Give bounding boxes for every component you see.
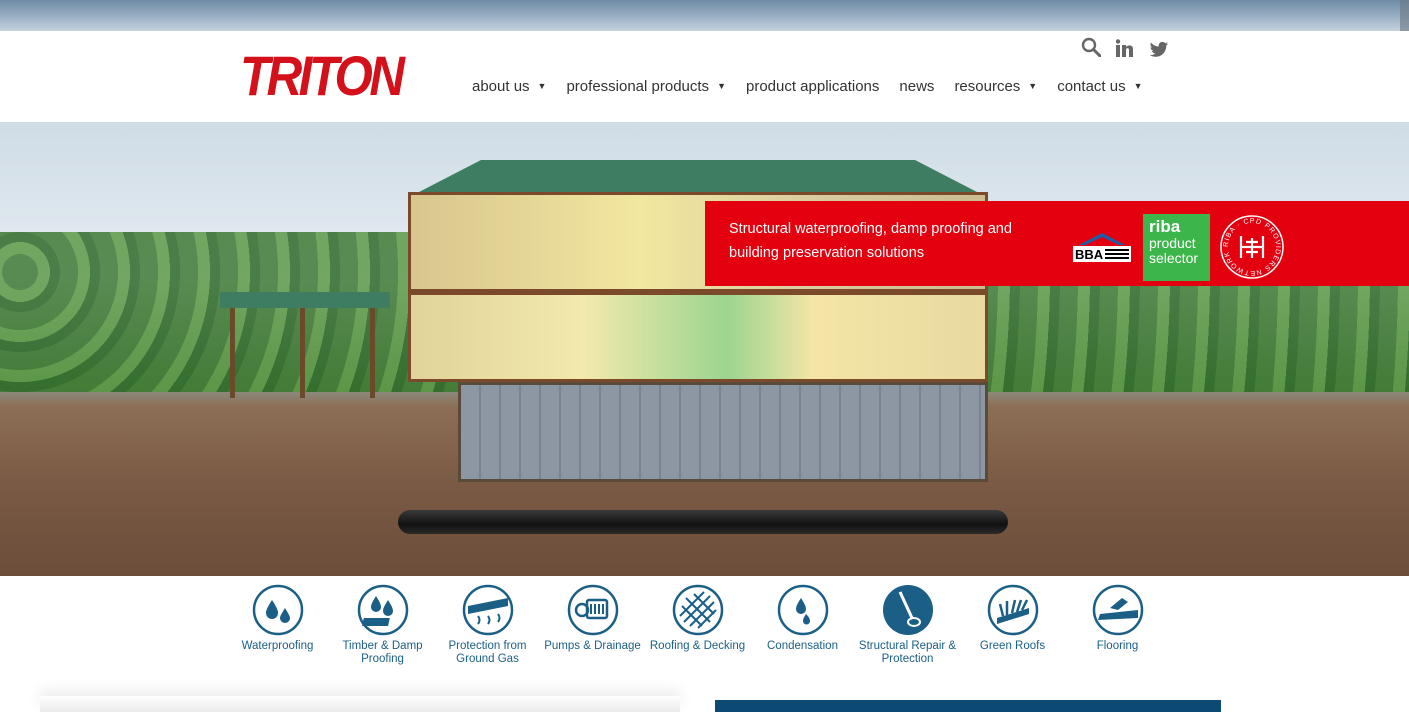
water-drops-icon — [252, 584, 303, 636]
application-categories: Waterproofing Timber & Damp Proofing Pro… — [225, 584, 1170, 684]
top-sky-strip — [0, 0, 1409, 31]
nav-label: news — [899, 77, 935, 95]
category-label: Pumps & Drainage — [544, 640, 641, 652]
nav-news[interactable]: news — [899, 78, 934, 95]
nav-label: about us — [472, 77, 530, 95]
porch-illustration — [220, 292, 390, 402]
nav-label: product applications — [745, 77, 880, 95]
category-timber-damp-proofing[interactable]: Timber & Damp Proofing — [330, 584, 435, 666]
drainage-pipe-illustration — [398, 510, 1008, 534]
linkedin-icon[interactable] — [1116, 39, 1134, 59]
category-label: Protection from Ground Gas — [448, 640, 527, 665]
hero-tagline: Structural waterproofing, damp proofing … — [729, 221, 1012, 261]
category-pumps-drainage[interactable]: Pumps & Drainage — [540, 584, 645, 653]
triton-logo[interactable]: TRITON — [240, 44, 405, 107]
category-waterproofing[interactable]: Waterproofing — [225, 584, 330, 653]
category-label: Green Roofs — [979, 640, 1046, 652]
content-panel-header — [715, 700, 1221, 712]
category-green-roofs[interactable]: Green Roofs — [960, 584, 1065, 653]
roof-tiles-icon — [672, 584, 723, 636]
ground-gas-icon — [462, 584, 513, 636]
category-label: Flooring — [1096, 640, 1139, 652]
hero-house-cutaway: Structural waterproofing, damp proofing … — [0, 122, 1409, 576]
caret-down-icon: ▼ — [537, 81, 547, 91]
caret-down-icon: ▼ — [1028, 81, 1038, 91]
timber-damp-icon — [357, 584, 408, 636]
content-card-edge — [40, 696, 680, 712]
category-ground-gas[interactable]: Protection from Ground Gas — [435, 584, 540, 666]
riba-product-selector-badge[interactable]: riba product selector — [1143, 214, 1210, 281]
twitter-icon[interactable] — [1149, 40, 1169, 60]
category-condensation[interactable]: Condensation — [750, 584, 855, 653]
category-label: Structural Repair & Protection — [858, 640, 957, 665]
category-roofing-decking[interactable]: Roofing & Decking — [645, 584, 750, 653]
logo-wordmark: TRITON — [240, 44, 405, 107]
condensation-icon — [777, 584, 828, 636]
category-structural-repair[interactable]: Structural Repair & Protection — [855, 584, 960, 666]
green-roof-icon — [987, 584, 1038, 636]
category-label: Waterproofing — [241, 640, 314, 652]
nav-label: resources — [954, 77, 1021, 95]
riba-badge-subtitle: product selector — [1149, 235, 1199, 266]
nav-resources[interactable]: resources ▼ — [954, 78, 1037, 95]
hero-banner: Structural waterproofing, damp proofing … — [705, 201, 1409, 286]
structural-repair-icon — [882, 585, 933, 635]
category-label: Timber & Damp Proofing — [342, 640, 423, 665]
category-label: Condensation — [767, 640, 838, 652]
category-flooring[interactable]: Flooring — [1065, 584, 1170, 653]
search-icon[interactable] — [1081, 37, 1101, 57]
caret-down-icon: ▼ — [717, 81, 726, 91]
pump-icon — [567, 584, 618, 636]
caret-down-icon: ▼ — [1133, 81, 1143, 91]
nav-about-us[interactable]: about us ▼ — [472, 78, 546, 95]
nav-label: professional products — [566, 77, 710, 95]
site-header: TRITON about us ▼ professional products … — [0, 31, 1409, 122]
bba-logo[interactable]: BBA — [1073, 231, 1131, 263]
riba-badge-title: riba — [1149, 217, 1181, 236]
flooring-icon — [1092, 584, 1143, 636]
bba-text: BBA — [1075, 247, 1104, 262]
nav-professional-products[interactable]: professional products ▼ — [566, 78, 726, 95]
nav-contact-us[interactable]: contact us ▼ — [1057, 78, 1142, 95]
nav-product-applications[interactable]: product applications — [746, 78, 879, 95]
riba-cpd-providers-seal[interactable]: RIBA · CPD PROVIDERS NETWORK · — [1219, 214, 1285, 280]
nav-label: contact us — [1057, 77, 1126, 95]
main-nav: about us ▼ professional products ▼ produ… — [472, 75, 1163, 97]
category-label: Roofing & Decking — [649, 640, 746, 652]
